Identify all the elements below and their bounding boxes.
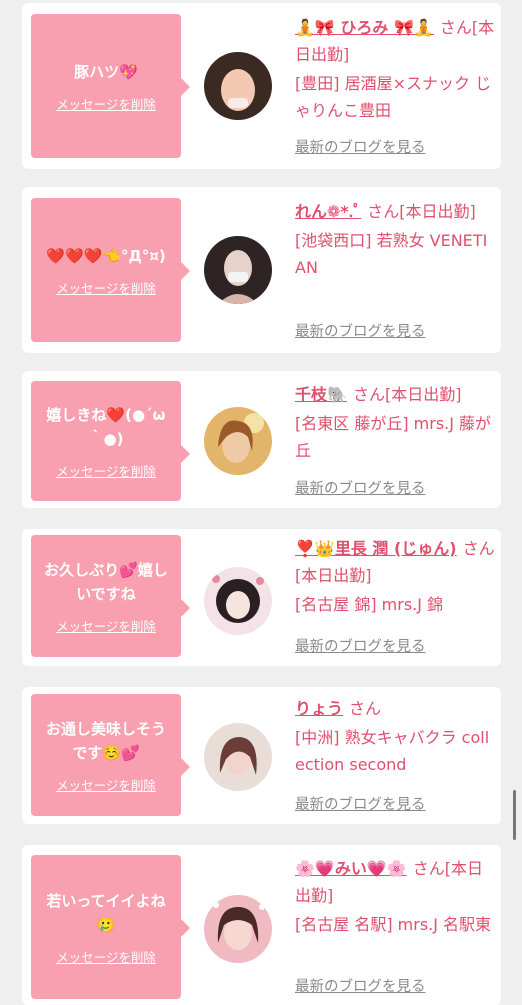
honorific: さん <box>439 18 472 37</box>
delete-message-link[interactable]: メッセージを削除 <box>56 775 156 794</box>
avatar-photo <box>204 567 272 635</box>
sender-name-link[interactable]: 🧘🎀 ひろみ 🎀🧘 <box>295 18 434 37</box>
honorific: さん <box>367 202 400 221</box>
avatar[interactable] <box>204 895 272 963</box>
name-line: りょう さん <box>295 695 495 722</box>
message-card: お久しぶり💕嬉しいですね メッセージを削除 ❣️👑里長 潤 (じゅん) さん [本日… <box>22 529 501 666</box>
latest-blog-link[interactable]: 最新のブログを見る <box>295 320 426 341</box>
delete-message-link[interactable]: メッセージを削除 <box>56 616 156 635</box>
shop-info: [池袋西口] 若熟女 VENETIAN <box>295 231 488 277</box>
status-badge: [本日出勤] <box>384 385 462 404</box>
message-bubble: お通し美味しそうです☺️💕 メッセージを削除 <box>31 694 190 816</box>
avatar-photo <box>204 895 272 963</box>
message-text: 豚ハツ💖 <box>74 62 138 81</box>
sender-name-link[interactable]: りょう <box>295 699 343 718</box>
avatar[interactable] <box>204 407 272 475</box>
honorific: さん <box>462 539 495 558</box>
status-badge: [本日出勤] <box>399 202 476 221</box>
message-card: ❤️❤️❤️👈°Д°¤) メッセージを削除 れん❁*.ﾟ さん[本日出勤] [池袋… <box>22 187 501 353</box>
message-bubble: お久しぶり💕嬉しいですね メッセージを削除 <box>31 535 190 657</box>
shop-info: [中洲] 熟女キャバクラ collection second <box>295 728 490 774</box>
latest-blog-link[interactable]: 最新のブログを見る <box>295 793 426 814</box>
message-bubble: 嬉しきね❤️(●´ω｀●) メッセージを削除 <box>31 381 190 501</box>
shop-info: [名古屋 名駅] mrs.J 名駅東 <box>295 915 492 934</box>
message-card: 嬉しきね❤️(●´ω｀●) メッセージを削除 千枝🐘 さん[本日出勤] [名東区 … <box>22 371 501 508</box>
avatar[interactable] <box>204 52 272 120</box>
avatar[interactable] <box>204 236 272 304</box>
sender-name-link[interactable]: 🌸💗みい💗🌸 <box>295 859 407 878</box>
latest-blog-link[interactable]: 最新のブログを見る <box>295 635 426 656</box>
scrollbar[interactable] <box>513 790 516 840</box>
delete-message-link[interactable]: メッセージを削除 <box>56 278 156 297</box>
latest-blog-link[interactable]: 最新のブログを見る <box>295 975 426 996</box>
message-bubble: 若いってイイよね🥲 メッセージを削除 <box>31 855 190 999</box>
message-card: 若いってイイよね🥲 メッセージを削除 🌸💗みい💗🌸 さん[本日出勤] [名古屋 名… <box>22 845 501 1005</box>
sender-name-link[interactable]: 千枝🐘 <box>295 385 347 404</box>
avatar-photo <box>204 407 272 475</box>
latest-blog-link[interactable]: 最新のブログを見る <box>295 136 426 157</box>
message-text: お通し美味しそうです☺️💕 <box>45 719 166 762</box>
message-text: お久しぶり💕嬉しいですね <box>44 560 168 603</box>
delete-message-link[interactable]: メッセージを削除 <box>56 461 156 480</box>
name-line: 🌸💗みい💗🌸 さん[本日出勤] <box>295 855 495 909</box>
honorific: さん <box>352 385 385 404</box>
message-card: 豚ハツ💖 メッセージを削除 🧘🎀 ひろみ 🎀🧘 さん[本日出勤] [豊田] 居酒屋… <box>22 3 501 169</box>
sender-name-link[interactable]: れん❁*.ﾟ <box>295 202 361 221</box>
sender-name-link[interactable]: ❣️👑里長 潤 (じゅん) <box>295 539 457 558</box>
shop-info: [名古屋 錦] mrs.J 錦 <box>295 595 444 614</box>
message-bubble: ❤️❤️❤️👈°Д°¤) メッセージを削除 <box>31 198 190 342</box>
message-text: ❤️❤️❤️👈°Д°¤) <box>46 246 166 265</box>
name-line: ❣️👑里長 潤 (じゅん) さん [本日出勤] <box>295 535 495 589</box>
message-text: 若いってイイよね🥲 <box>46 891 166 934</box>
message-text: 嬉しきね❤️(●´ω｀●) <box>46 405 166 448</box>
avatar[interactable] <box>204 723 272 791</box>
message-bubble: 豚ハツ💖 メッセージを削除 <box>31 14 190 158</box>
avatar-photo <box>204 723 272 791</box>
honorific: さん <box>412 859 445 878</box>
avatar-photo <box>204 52 272 120</box>
avatar[interactable] <box>204 567 272 635</box>
message-card: お通し美味しそうです☺️💕 メッセージを削除 りょう さん [中洲] 熟女キャバク… <box>22 687 501 824</box>
delete-message-link[interactable]: メッセージを削除 <box>56 94 156 113</box>
name-line: 千枝🐘 さん[本日出勤] <box>295 381 495 408</box>
delete-message-link[interactable]: メッセージを削除 <box>56 947 156 966</box>
status-badge: [本日出勤] <box>295 566 372 585</box>
shop-info: [名東区 藤が丘] mrs.J 藤が丘 <box>295 414 492 460</box>
honorific: さん <box>349 699 382 718</box>
name-line: 🧘🎀 ひろみ 🎀🧘 さん[本日出勤] <box>295 14 495 68</box>
latest-blog-link[interactable]: 最新のブログを見る <box>295 477 426 498</box>
avatar-photo <box>204 236 272 304</box>
shop-info: [豊田] 居酒屋×スナック じゃりんこ豊田 <box>295 74 492 120</box>
name-line: れん❁*.ﾟ さん[本日出勤] <box>295 198 495 225</box>
